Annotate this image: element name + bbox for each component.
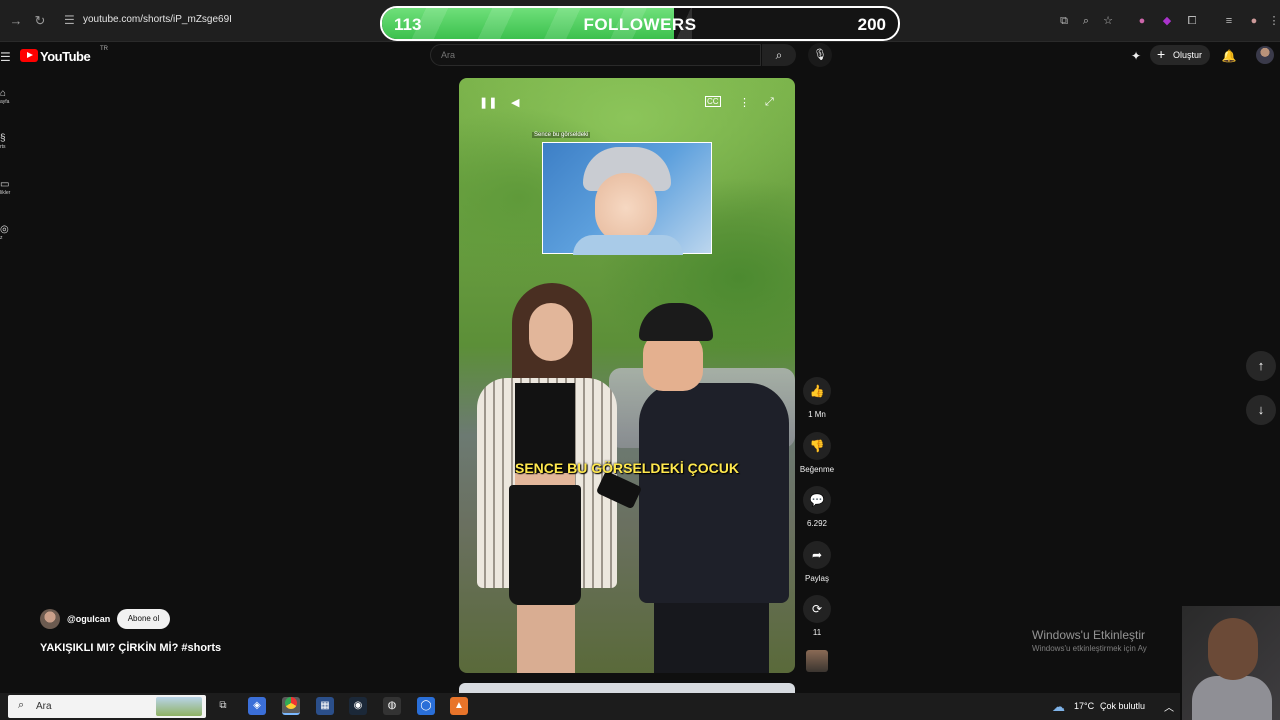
create-button[interactable]: + Oluştur [1150, 45, 1210, 65]
cloudy-weather-icon[interactable]: ☁ [1052, 699, 1065, 715]
shorts-icon: § [0, 133, 6, 144]
search-button[interactable]: ⌕ [762, 44, 796, 66]
guide-item-shorts[interactable]: § rts [0, 133, 16, 150]
thumbs-up-icon: 👍 [803, 377, 831, 405]
bookmark-star-icon[interactable]: ☆ [1101, 14, 1115, 28]
arrow-down-icon: ↓ [1257, 402, 1265, 417]
obs-icon[interactable]: ◍ [383, 697, 401, 715]
messenger-icon[interactable]: ◯ [417, 697, 435, 715]
extensions-puzzle-icon[interactable]: ⧠ [1185, 14, 1199, 28]
sound-channel-thumbnail[interactable] [806, 650, 828, 672]
weather-description[interactable]: Çok bulutlu [1100, 701, 1145, 711]
plus-icon: + [1157, 46, 1166, 62]
address-bar[interactable]: ☰ youtube.com/shorts/iP_mZsge69I [56, 10, 386, 32]
search-highlight-image [156, 697, 202, 716]
remix-button[interactable]: ⟳ 11 [798, 595, 836, 637]
next-short-button[interactable]: ↓ [1246, 395, 1276, 425]
url-text: youtube.com/shorts/iP_mZsge69I [83, 14, 232, 25]
comment-count: 6.292 [806, 519, 828, 528]
site-info-icon[interactable]: ☰ [64, 13, 75, 27]
windows-activation-watermark: Windows'u Etkinleştir Windows'u etkinleş… [1032, 628, 1147, 653]
followers-label: FOLLOWERS [583, 15, 697, 34]
microsoft-store-icon[interactable]: ▦ [316, 697, 334, 715]
inset-image-label: Sence bu görseldeki [532, 132, 591, 138]
tray-chevron-up-icon[interactable]: ︿ [1164, 699, 1174, 714]
share-arrow-icon: ➦ [803, 541, 831, 569]
dislike-label: Beğenme [799, 465, 835, 474]
reading-list-icon[interactable]: ≡ [1222, 14, 1236, 28]
taskbar-search[interactable]: ⌕ Ara [8, 695, 206, 718]
share-label: Paylaş [804, 574, 829, 583]
copilot-icon[interactable]: ◈ [248, 697, 266, 715]
shorts-video-player[interactable]: ❚❚ ◀ CC ⋮ ⤢ Sence bu görseldeki SENCE BU… [459, 78, 795, 673]
remix-count: 11 [812, 628, 822, 637]
you-icon: ◎ [0, 224, 9, 235]
search-box[interactable] [430, 44, 761, 66]
more-options-icon[interactable]: ⋮ [739, 96, 750, 109]
guide-item-subscriptions[interactable]: ▭ likler [0, 179, 16, 196]
account-avatar[interactable] [1256, 46, 1274, 64]
upload-gift-icon[interactable]: ✦ [1128, 48, 1144, 64]
install-app-icon[interactable]: ⧉ [1057, 14, 1071, 28]
guide-item-home[interactable]: ⌂ ayfa [0, 88, 16, 105]
comment-icon: 💬 [803, 486, 831, 514]
video-caption: SENCE BU GÖRSELDEKİ ÇOCUK [514, 460, 740, 476]
channel-handle[interactable]: @ogulcan [67, 614, 110, 624]
inset-baby-image [542, 142, 712, 255]
subscriptions-icon: ▭ [0, 179, 10, 190]
app-icon[interactable]: ▲ [450, 697, 468, 715]
followers-goal-widget: 113 FOLLOWERS 200 [380, 6, 900, 41]
menu-icon[interactable]: ⋮ [1267, 14, 1280, 28]
closed-captions-icon[interactable]: CC [705, 96, 721, 107]
video-title: YAKIŞIKLI MI? ÇİRKİN Mİ? #shorts [40, 642, 222, 654]
streamer-webcam [1182, 606, 1280, 720]
share-button[interactable]: ➦ Paylaş [798, 541, 836, 583]
microphone-icon: 🎙 [813, 49, 827, 61]
comments-button[interactable]: 💬 6.292 [798, 486, 836, 528]
zoom-icon[interactable]: ⌕ [1079, 14, 1093, 28]
search-icon: ⌕ [18, 699, 25, 711]
previous-short-button[interactable]: ↑ [1246, 351, 1276, 381]
guide-item-you[interactable]: ◎ z [0, 224, 16, 241]
dislike-button[interactable]: 👎 Beğenme [798, 432, 836, 474]
windows-taskbar: ⌕ Ara ⧉ ◈ ▦ ◉ ◍ ◯ ▲ [0, 693, 1180, 720]
guide-menu-icon[interactable]: ☰ [0, 50, 11, 64]
extension-icon[interactable]: ● [1135, 14, 1149, 28]
chrome-icon[interactable] [282, 697, 300, 715]
steam-icon[interactable]: ◉ [349, 697, 367, 715]
remix-icon: ⟳ [803, 595, 831, 623]
arrow-up-icon: ↑ [1257, 358, 1265, 373]
country-code: TR [100, 46, 108, 52]
next-video-preview[interactable] [459, 683, 795, 693]
pause-icon[interactable]: ❚❚ [479, 96, 497, 109]
thumbs-down-icon: 👎 [803, 432, 831, 460]
video-person-right [629, 303, 789, 673]
extension-icon[interactable]: ◆ [1160, 14, 1174, 28]
forward-icon[interactable]: → [8, 13, 24, 29]
like-button[interactable]: 👍 1 Mn [798, 377, 836, 419]
task-view-icon[interactable]: ⧉ [214, 697, 232, 715]
fullscreen-icon[interactable]: ⤢ [765, 96, 774, 109]
search-icon: ⌕ [775, 48, 783, 62]
like-count: 1 Mn [808, 410, 826, 419]
video-person-left [467, 283, 617, 673]
home-icon: ⌂ [0, 88, 7, 99]
search-input[interactable] [441, 48, 741, 62]
subscribe-button[interactable]: Abone ol [117, 609, 170, 629]
notifications-bell-icon[interactable]: 🔔 [1221, 48, 1237, 64]
weather-temperature[interactable]: 17°C [1074, 701, 1094, 711]
followers-goal: 200 [857, 15, 886, 34]
volume-icon[interactable]: ◀ [511, 96, 519, 109]
channel-avatar[interactable] [40, 609, 60, 629]
youtube-play-icon [20, 49, 38, 62]
reload-icon[interactable]: ↻ [32, 13, 48, 29]
profile-icon[interactable]: ● [1247, 14, 1261, 28]
voice-search-button[interactable]: 🎙 [808, 43, 832, 67]
